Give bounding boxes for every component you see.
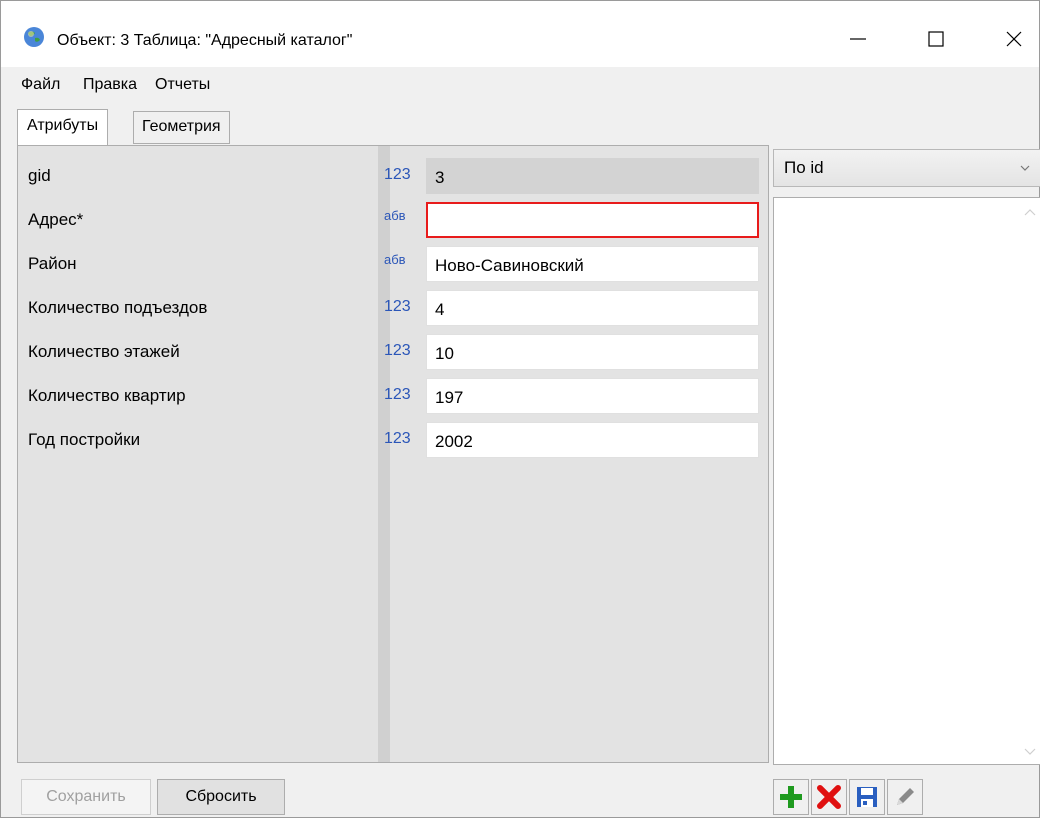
x-icon xyxy=(817,785,841,809)
plus-icon xyxy=(780,786,802,808)
minimize-icon xyxy=(850,38,866,40)
address-field[interactable] xyxy=(426,202,759,238)
year-built-field[interactable]: 2002 xyxy=(426,422,759,458)
type-badge-number: 123 xyxy=(384,298,411,315)
floppy-icon xyxy=(857,787,877,807)
attr-label-year-built: Год постройки xyxy=(28,430,141,449)
close-button[interactable] xyxy=(991,21,1037,57)
attr-label-address: Адрес* xyxy=(28,210,84,229)
reset-button[interactable]: Сбросить xyxy=(157,779,285,815)
menu-edit[interactable]: Правка xyxy=(79,76,141,94)
attr-label-entrances: Количество подъездов xyxy=(28,298,208,317)
menu-file[interactable]: Файл xyxy=(17,76,64,94)
type-badge-text: абв xyxy=(384,208,406,223)
title-bar: Объект: 3 Таблица: "Адресный каталог" xyxy=(1,1,1039,67)
tab-geometry[interactable]: Геометрия xyxy=(133,111,230,144)
floors-field[interactable]: 10 xyxy=(426,334,759,370)
save-button[interactable]: Сохранить xyxy=(21,779,151,815)
gid-field: 3 xyxy=(426,158,759,194)
object-editor-window: Объект: 3 Таблица: "Адресный каталог" Фа… xyxy=(0,0,1040,818)
attr-label-district: Район xyxy=(28,254,77,273)
district-field[interactable]: Ново-Савиновский xyxy=(426,246,759,282)
attr-label-floors: Количество этажей xyxy=(28,342,180,361)
menu-bar: Файл Правка Отчеты xyxy=(1,67,1039,103)
scroll-up-icon[interactable] xyxy=(1024,208,1036,216)
apartments-field[interactable]: 197 xyxy=(426,378,759,414)
attr-label-apartments: Количество квартир xyxy=(28,386,186,405)
chevron-down-icon xyxy=(1020,165,1030,171)
menu-reports[interactable]: Отчеты xyxy=(151,76,214,94)
minimize-button[interactable] xyxy=(835,21,881,57)
maximize-icon xyxy=(928,31,944,47)
attr-label-gid: gid xyxy=(28,166,51,185)
attributes-panel: gid 123 3 Адрес* абв Район абв Ново-Сави… xyxy=(17,145,769,763)
globe-icon xyxy=(24,27,44,47)
type-column xyxy=(378,146,390,762)
edit-button[interactable] xyxy=(887,779,923,815)
pencil-icon xyxy=(897,788,914,805)
window-title: Объект: 3 Таблица: "Адресный каталог" xyxy=(57,32,353,49)
close-icon xyxy=(1006,31,1022,47)
type-badge-number: 123 xyxy=(384,430,411,447)
add-button[interactable] xyxy=(773,779,809,815)
delete-button[interactable] xyxy=(811,779,847,815)
type-badge-number: 123 xyxy=(384,386,411,403)
sort-dropdown[interactable]: По id xyxy=(773,149,1040,187)
entrances-field[interactable]: 4 xyxy=(426,290,759,326)
tab-attributes[interactable]: Атрибуты xyxy=(17,109,109,145)
type-badge-number: 123 xyxy=(384,166,411,183)
type-badge-text: абв xyxy=(384,252,406,267)
object-list[interactable] xyxy=(773,197,1040,765)
sort-dropdown-value: По id xyxy=(784,158,824,177)
save-record-button[interactable] xyxy=(849,779,885,815)
type-badge-number: 123 xyxy=(384,342,411,359)
maximize-button[interactable] xyxy=(913,21,959,57)
scroll-down-icon[interactable] xyxy=(1024,748,1036,756)
